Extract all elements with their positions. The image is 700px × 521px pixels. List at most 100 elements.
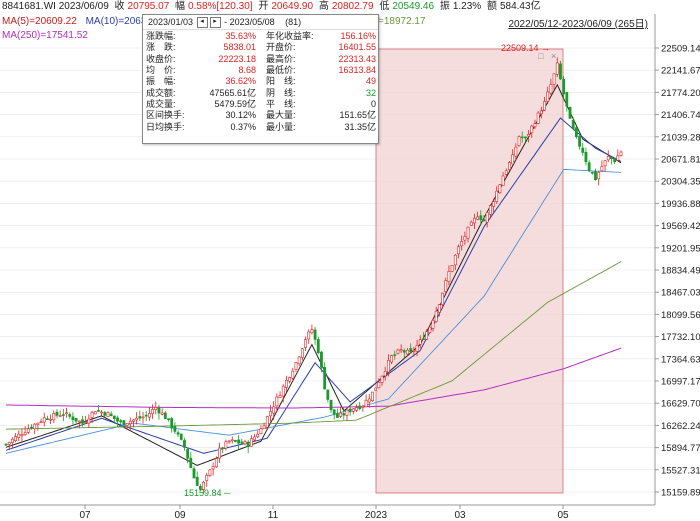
candle-body [418,339,422,345]
candle-body [192,468,196,479]
low-label: 低 [379,1,390,12]
candle-body [262,425,266,430]
candle-body [93,411,97,415]
change-value: 0.58%[120.30] [188,1,253,12]
candle-body [23,432,27,435]
stats-cell-v: 5479.59亿 [214,98,256,109]
stats-cell-k: 振 幅: [146,76,176,87]
y-tick-label: 15527.31 [661,465,700,476]
stats-row: 区间换手: 30.12% 最大量: 151.65亿 [146,110,376,121]
stats-row: 收盘价: 22223.18 最高价: 22313.43 [146,54,376,65]
ma60-legend[interactable]: =18972.17 [378,15,426,28]
code-date: 8841681.WI 2023/06/09 [2,1,109,12]
y-tick-label: 20671.81 [661,155,700,166]
candle-body [154,407,158,410]
candle-body [447,271,451,282]
date-range-label[interactable]: 2022/05/12-2023/06/09 (265日) [508,15,648,30]
stats-cell-v: 36.62% [225,76,256,87]
close-label: 收 [114,1,125,12]
candle-body [590,171,594,174]
candle-body [606,156,610,161]
prev-arrow-icon[interactable]: ◂ [196,17,208,29]
candle-body [488,205,492,215]
candle [568,106,572,119]
candle-body [568,107,572,119]
candle-body [4,443,8,446]
candle-body [275,396,279,407]
candle-body [300,348,304,358]
candle-body [460,241,464,247]
panel-header: 2023/01/03 ◂ ▸ - 2023/05/08 (81) [143,15,378,30]
candle-body [383,371,387,377]
candle [374,387,378,391]
candle-body [183,440,186,448]
panel-end-date: - 2023/05/08 [224,17,275,27]
candle-body [138,416,142,419]
candle-body [30,426,33,429]
candle-body [259,428,263,435]
candle-body [495,190,499,202]
stats-cell-k2: 最小量: [266,121,296,132]
stats-cell-k: 收盘价: [146,53,176,64]
candle-body [536,112,540,124]
candle-body [112,415,116,420]
stats-row: 日均换手: 0.37% 最小量: 31.35亿 [146,121,376,132]
candle-body [234,439,237,442]
candle-body [476,216,480,220]
ma250-legend[interactable]: MA(250)=17541.52 [2,29,88,42]
x-tick-label: 07 [79,510,91,521]
y-tick-label: 21406.74 [661,110,700,121]
candle-body [26,428,30,433]
stats-row: 均 价: 8.68 最低价: 16313.84 [146,65,376,76]
candle-body [565,92,569,107]
candle-body [151,409,154,415]
stats-cell-v2: 0 [370,98,376,109]
stats-cell-k: 均 价: [146,65,176,76]
candle-body [179,433,183,440]
candle-body [103,412,107,416]
candle-body [106,412,110,417]
candle-body [422,338,425,340]
candle-body [597,172,601,180]
candle-body [450,265,454,272]
candle-body [294,362,298,370]
stats-cell-k2: 开盘价: [266,42,296,53]
candle-body [160,412,164,415]
stats-cell-k: 成交量: [146,98,176,109]
candle-body [562,78,566,95]
candle-body [230,439,234,442]
candle-body [135,417,139,421]
close-icon[interactable]: × [551,51,556,61]
stats-cell-v2: 16401.55 [338,42,376,53]
candle-body [141,416,145,419]
candle-body [307,331,311,340]
candle-body [380,375,384,383]
y-tick-label: 19201.95 [661,243,700,254]
selected-range-area[interactable] [375,48,564,494]
candle-body [508,162,511,170]
close-value: 20795.07 [127,1,170,12]
candle-body [345,409,349,416]
candle-body [406,349,409,355]
candle [106,411,110,417]
candle-body [17,433,21,439]
max-value-label: 22509.14 → [501,43,550,53]
min-value-label: 15159.84 ─ [184,488,231,498]
candle-body [265,416,269,428]
candle-body [412,350,416,352]
ma5-legend[interactable]: MA(5)=20609.22 [2,16,77,27]
candle-body [552,73,556,85]
stats-cell-k: 成交额: [146,87,176,98]
stats-cell-k2: 年化收益率: [266,31,314,42]
candle-body [55,411,59,416]
next-arrow-icon[interactable]: ▸ [209,17,221,29]
candle [316,336,320,355]
candle-body [100,411,103,414]
candle-body [122,420,126,425]
y-tick-label: 21774.20 [661,88,700,99]
stats-cell-k: 区间换手: [146,110,185,121]
candle [498,183,502,194]
candle-body [170,418,174,428]
stats-cell-v: 35.63% [225,31,256,42]
candle-body [504,170,508,175]
